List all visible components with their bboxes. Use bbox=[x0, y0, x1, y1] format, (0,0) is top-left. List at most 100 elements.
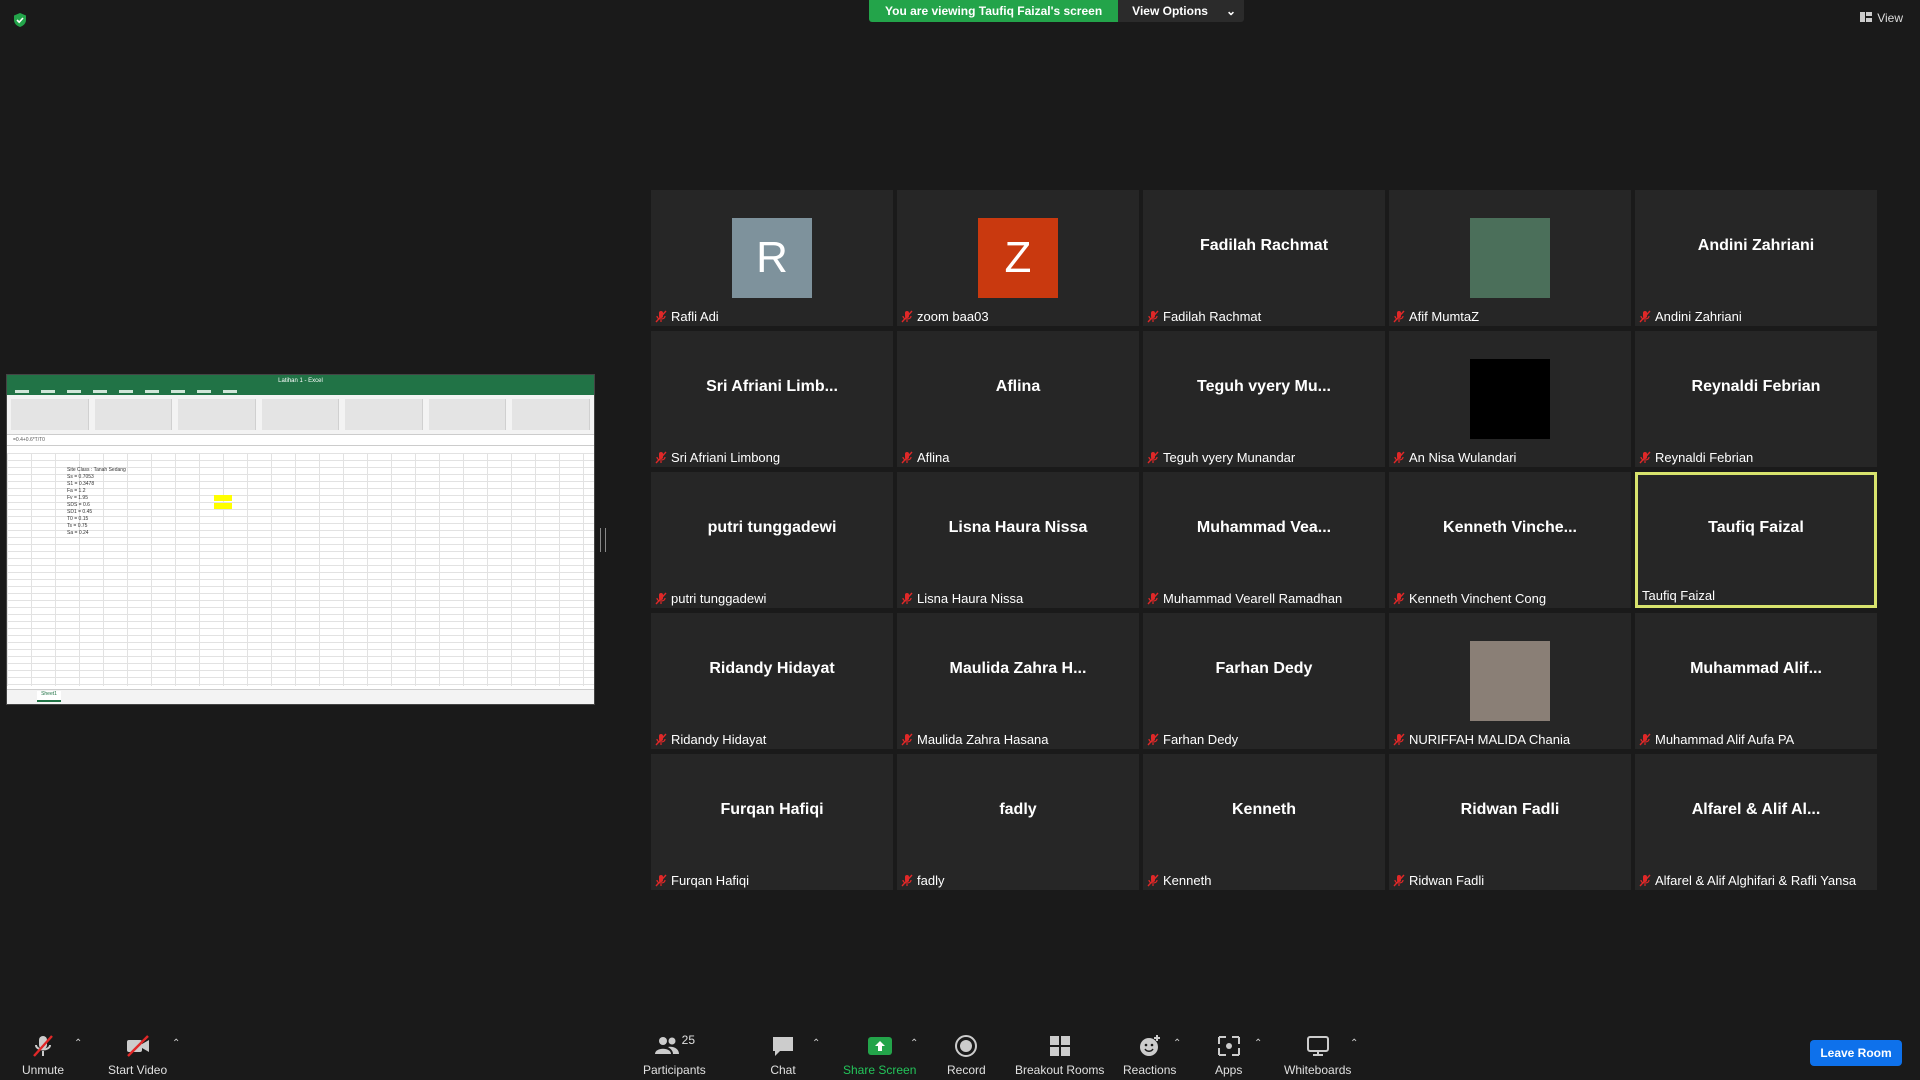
leave-room-button[interactable]: Leave Room bbox=[1810, 1040, 1902, 1066]
participant-tile[interactable]: Sri Afriani Limb... Sri Afriani Limbong bbox=[651, 331, 893, 467]
participant-name: Teguh vyery Munandar bbox=[1163, 450, 1296, 465]
muted-mic-icon bbox=[901, 451, 913, 464]
participant-tile[interactable]: Afif MumtaZ bbox=[1389, 190, 1631, 326]
participants-button[interactable]: 25 Participants bbox=[643, 1033, 706, 1077]
muted-mic-icon bbox=[1393, 592, 1405, 605]
participant-tile[interactable]: Furqan Hafiqi Furqan Hafiqi bbox=[651, 754, 893, 890]
participant-display-name: Aflina bbox=[995, 378, 1041, 395]
participant-name: Taufiq Faizal bbox=[1642, 588, 1715, 603]
muted-mic-icon bbox=[901, 592, 913, 605]
shared-screen-view[interactable]: Latihan 1 - Excel =0.4+0.6*T/T0 Site Cla… bbox=[6, 374, 595, 705]
participants-label: Participants bbox=[643, 1063, 706, 1077]
reactions-label: Reactions bbox=[1123, 1063, 1177, 1077]
participant-name: Ridandy Hidayat bbox=[671, 732, 767, 747]
participant-name: Aflina bbox=[917, 450, 950, 465]
participant-tile[interactable]: fadly fadly bbox=[897, 754, 1139, 890]
video-options-caret-icon[interactable]: ⌃ bbox=[172, 1038, 180, 1049]
participant-name: Kenneth bbox=[1163, 873, 1212, 888]
participant-display-name: Maulida Zahra H... bbox=[949, 660, 1087, 677]
participant-tile[interactable]: NURIFFAH MALIDA Chania bbox=[1389, 613, 1631, 749]
participant-name-label: Kenneth bbox=[1147, 873, 1211, 888]
muted-mic-icon bbox=[33, 1035, 53, 1057]
participant-display-name: Kenneth bbox=[1232, 801, 1296, 818]
participant-name: Rafli Adi bbox=[671, 309, 719, 324]
resize-handle[interactable] bbox=[600, 528, 606, 552]
participant-name: Andini Zahriani bbox=[1655, 309, 1742, 324]
chat-button[interactable]: Chat bbox=[770, 1033, 796, 1077]
participant-tile[interactable]: Zzoom baa03 bbox=[897, 190, 1139, 326]
participant-tile[interactable]: Muhammad Vea... Muhammad Vearell Ramadhan bbox=[1143, 472, 1385, 608]
participant-name-label: Kenneth Vinchent Cong bbox=[1393, 591, 1546, 606]
participant-name-label: Alfarel & Alif Alghifari & Rafli Yansa bbox=[1639, 873, 1856, 888]
participant-name-label: Teguh vyery Munandar bbox=[1147, 450, 1295, 465]
participant-name-label: Rafli Adi bbox=[655, 309, 719, 324]
participant-tile[interactable]: Farhan Dedy Farhan Dedy bbox=[1143, 613, 1385, 749]
highlighted-cell bbox=[214, 495, 232, 501]
reactions-options-caret-icon[interactable]: ⌃ bbox=[1173, 1038, 1181, 1049]
excel-status-bar bbox=[7, 689, 594, 704]
reactions-button[interactable]: Reactions bbox=[1123, 1033, 1176, 1077]
participant-name: zoom baa03 bbox=[917, 309, 989, 324]
participant-name-label: Andini Zahriani bbox=[1639, 309, 1742, 324]
breakout-rooms-button[interactable]: Breakout Rooms bbox=[1015, 1033, 1104, 1077]
muted-mic-icon bbox=[1147, 451, 1159, 464]
participant-tile[interactable]: Alfarel & Alif Al... Alfarel & Alif Alghi… bbox=[1635, 754, 1877, 890]
view-button[interactable]: View bbox=[1860, 11, 1903, 25]
participant-name-label: Farhan Dedy bbox=[1147, 732, 1238, 747]
participant-name: Lisna Haura Nissa bbox=[917, 591, 1024, 606]
participant-tile[interactable]: Andini Zahriani Andini Zahriani bbox=[1635, 190, 1877, 326]
security-shield-icon[interactable] bbox=[12, 12, 28, 28]
breakout-rooms-label: Breakout Rooms bbox=[1015, 1063, 1105, 1077]
participant-display-name: Ridwan Fadli bbox=[1460, 801, 1560, 818]
chat-options-caret-icon[interactable]: ⌃ bbox=[812, 1038, 820, 1049]
participant-tile[interactable]: Kenneth Vinche... Kenneth Vinchent Cong bbox=[1389, 472, 1631, 608]
participant-tile[interactable]: Kenneth Kenneth bbox=[1143, 754, 1385, 890]
participant-tile[interactable]: putri tunggadewi putri tunggadewi bbox=[651, 472, 893, 608]
participant-tile[interactable]: Taufiq Faizal Taufiq Faizal bbox=[1635, 472, 1877, 608]
participant-tile[interactable]: An Nisa Wulandari bbox=[1389, 331, 1631, 467]
participants-count: 25 bbox=[681, 1033, 696, 1047]
whiteboards-button[interactable]: Whiteboards bbox=[1284, 1033, 1351, 1077]
unmute-button[interactable]: Unmute bbox=[22, 1033, 64, 1077]
apps-options-caret-icon[interactable]: ⌃ bbox=[1254, 1038, 1262, 1049]
muted-mic-icon bbox=[655, 592, 667, 605]
excel-cell-values: Site Class : Tanah Sedang Ss = 0.7053 S1 =… bbox=[67, 467, 126, 537]
participant-display-name: Ridandy Hidayat bbox=[709, 660, 835, 677]
apps-button[interactable]: Apps bbox=[1215, 1033, 1242, 1077]
share-screen-button[interactable]: Share Screen bbox=[843, 1033, 916, 1077]
participant-tile[interactable]: Fadilah Rachmat Fadilah Rachmat bbox=[1143, 190, 1385, 326]
excel-cell-text: S1 = 0.3478 bbox=[67, 481, 95, 487]
participant-tile[interactable]: Teguh vyery Mu... Teguh vyery Munandar bbox=[1143, 331, 1385, 467]
participant-tile[interactable]: Ridandy Hidayat Ridandy Hidayat bbox=[651, 613, 893, 749]
whiteboards-label: Whiteboards bbox=[1284, 1063, 1352, 1077]
view-options-button[interactable]: View Options ⌄ bbox=[1118, 0, 1245, 22]
excel-cell-text: Fa = 1.2 bbox=[67, 488, 86, 494]
muted-mic-icon bbox=[655, 451, 667, 464]
muted-mic-icon bbox=[1639, 733, 1651, 746]
share-screen-icon bbox=[867, 1037, 892, 1055]
participant-tile[interactable]: Aflina Aflina bbox=[897, 331, 1139, 467]
participant-name-label: Maulida Zahra Hasana bbox=[901, 732, 1049, 747]
participant-avatar: Z bbox=[978, 218, 1058, 298]
sheet-tab: Sheet1 bbox=[37, 691, 61, 702]
participant-name: Reynaldi Febrian bbox=[1655, 450, 1754, 465]
whiteboards-options-caret-icon[interactable]: ⌃ bbox=[1350, 1038, 1358, 1049]
participant-name-label: Ridwan Fadli bbox=[1393, 873, 1484, 888]
participant-tile[interactable]: Ridwan Fadli Ridwan Fadli bbox=[1389, 754, 1631, 890]
audio-options-caret-icon[interactable]: ⌃ bbox=[74, 1038, 82, 1049]
record-button[interactable]: Record bbox=[947, 1033, 986, 1077]
participant-tile[interactable]: Lisna Haura Nissa Lisna Haura Nissa bbox=[897, 472, 1139, 608]
participant-tile[interactable]: Reynaldi Febrian Reynaldi Febrian bbox=[1635, 331, 1877, 467]
share-options-caret-icon[interactable]: ⌃ bbox=[910, 1038, 918, 1049]
whiteboard-icon bbox=[1306, 1036, 1329, 1056]
participant-tile[interactable]: Muhammad Alif... Muhammad Alif Aufa PA bbox=[1635, 613, 1877, 749]
screen-share-banner: You are viewing Taufiq Faizal's screen V… bbox=[869, 0, 1245, 22]
participant-display-name: Alfarel & Alif Al... bbox=[1691, 801, 1821, 818]
participant-tile[interactable]: R Rafli Adi bbox=[651, 190, 893, 326]
participant-name-label: Lisna Haura Nissa bbox=[901, 591, 1023, 606]
start-video-button[interactable]: Start Video bbox=[108, 1033, 167, 1077]
participant-display-name: Teguh vyery Mu... bbox=[1197, 378, 1331, 395]
video-off-icon bbox=[126, 1035, 149, 1057]
view-options-label: View Options bbox=[1132, 4, 1208, 18]
participant-tile[interactable]: Maulida Zahra H... Maulida Zahra Hasana bbox=[897, 613, 1139, 749]
